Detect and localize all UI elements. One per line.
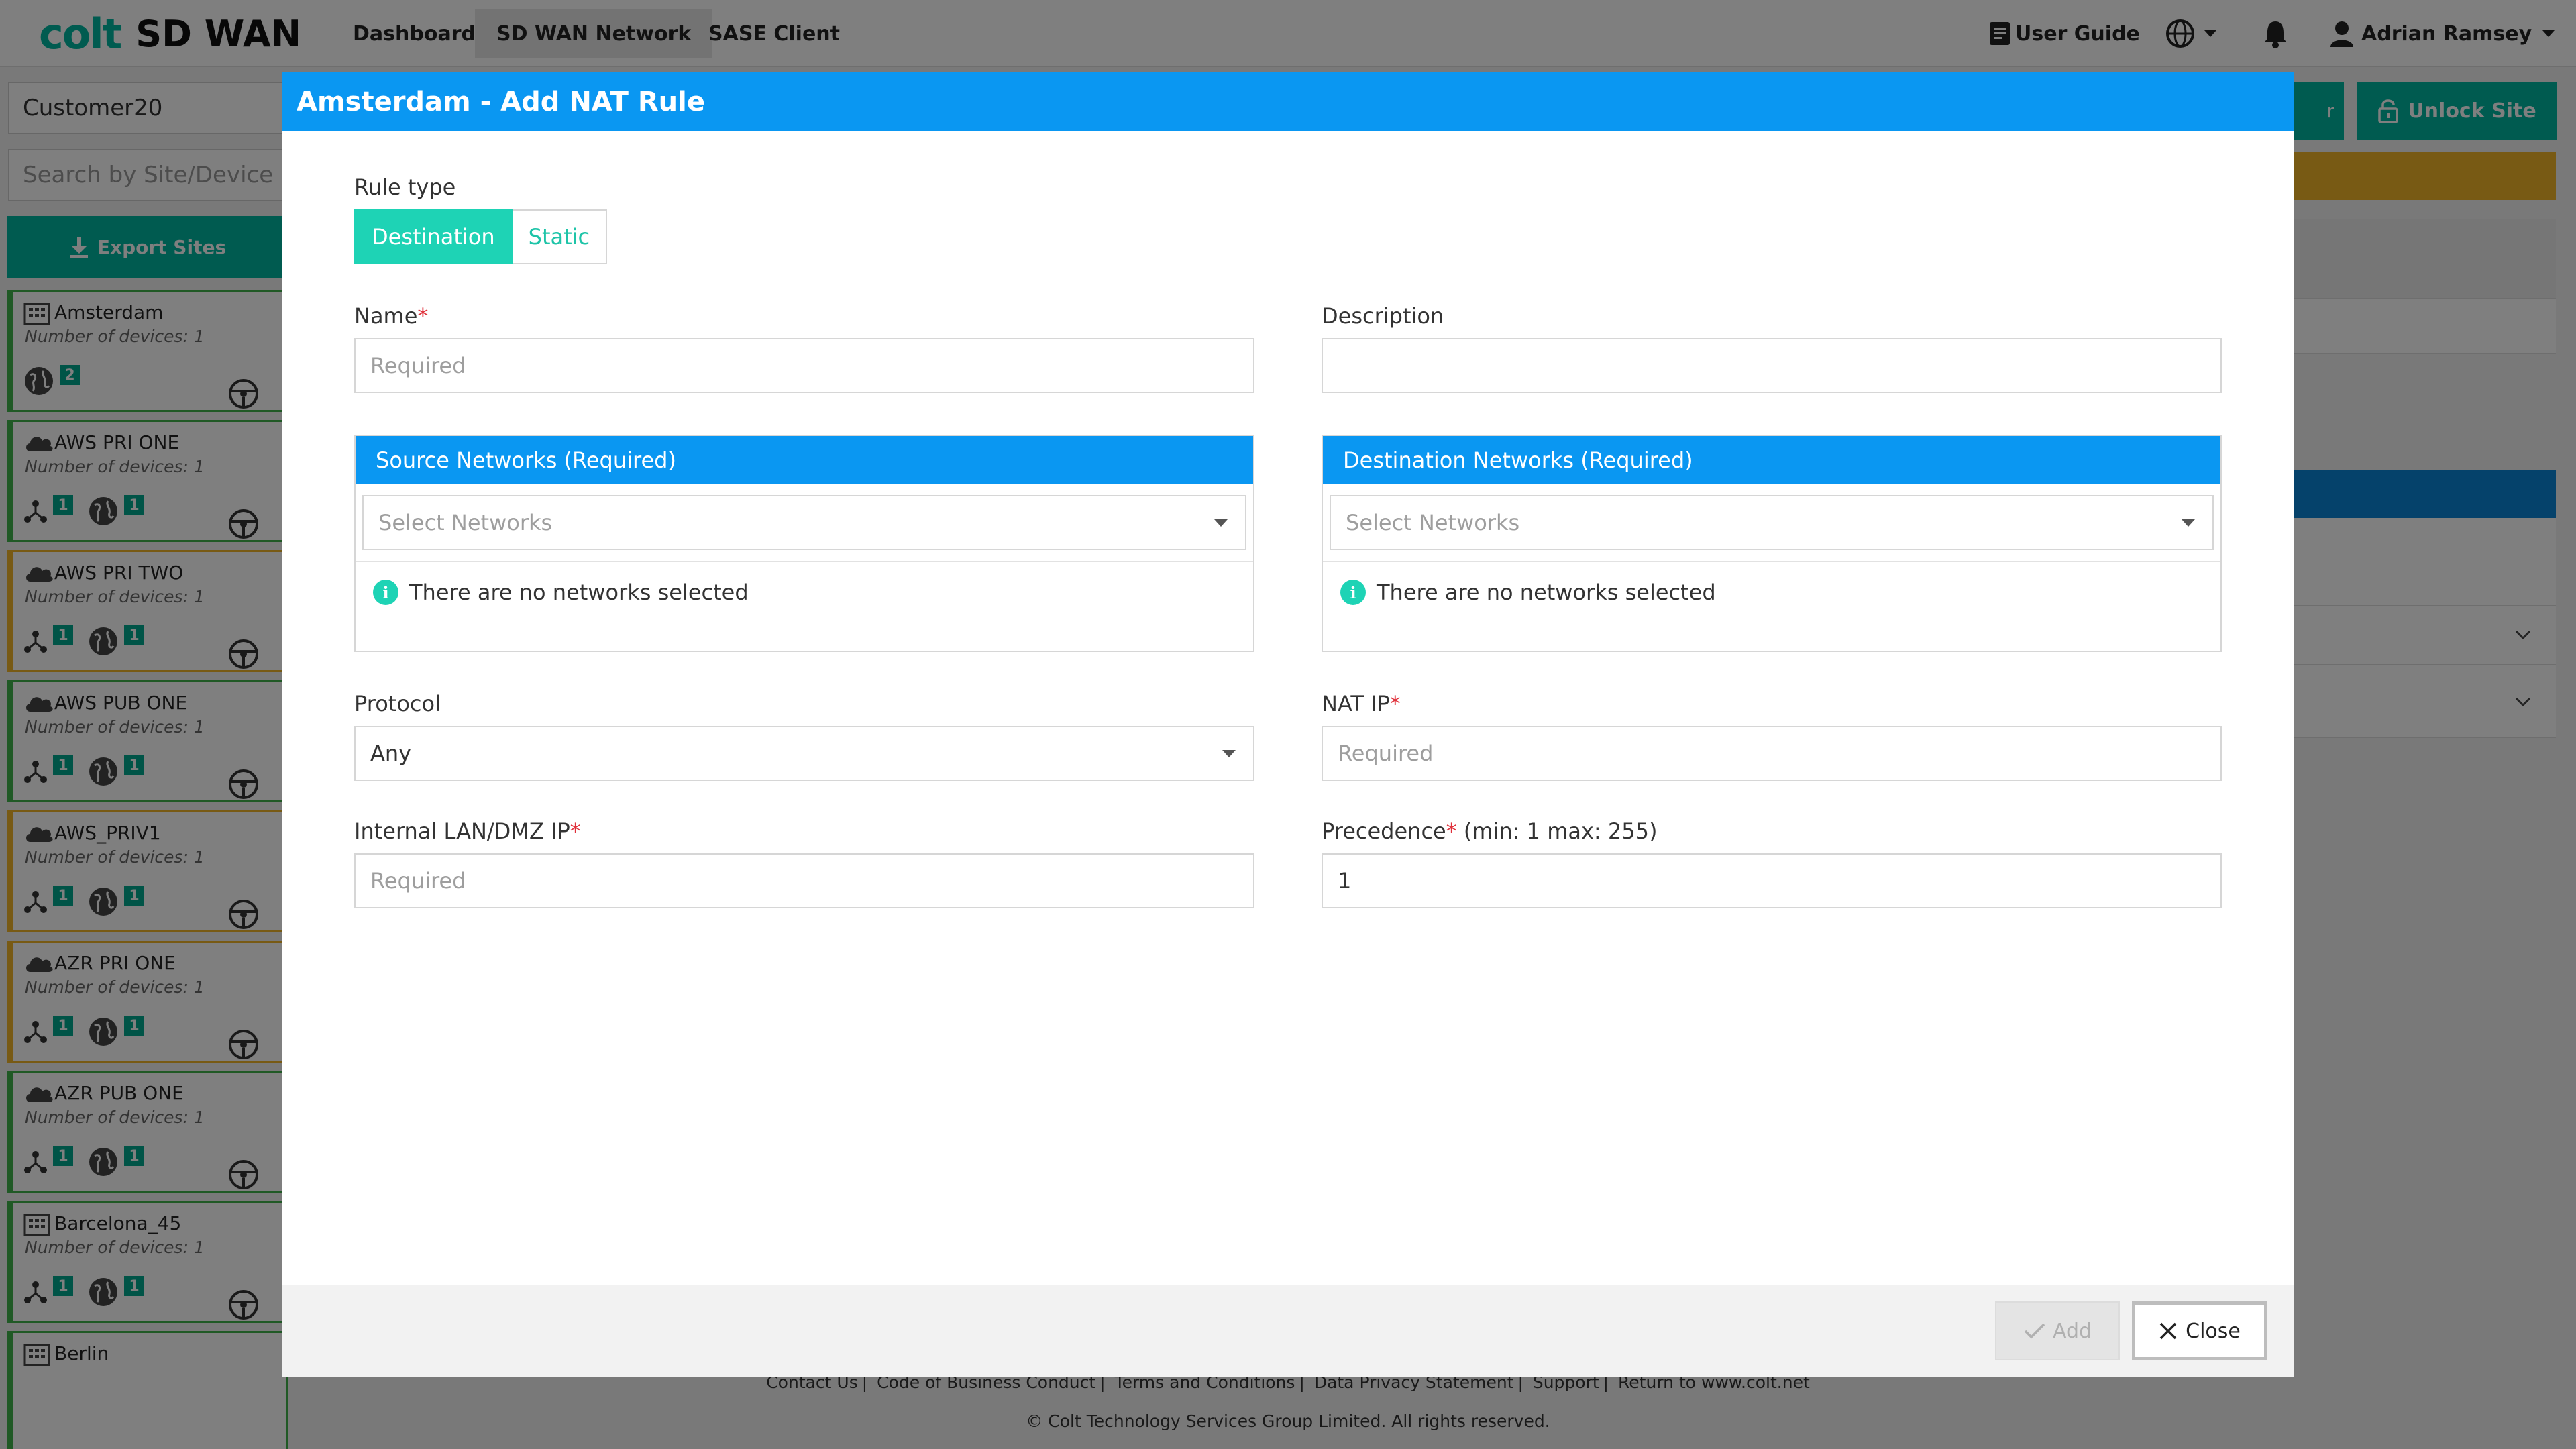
protocol-select[interactable]: Any (354, 726, 1254, 781)
required-marker: * (417, 303, 429, 329)
source-networks-empty-text: There are no networks selected (409, 580, 749, 605)
close-icon (2159, 1322, 2177, 1340)
nat-ip-label: NAT IP* (1322, 691, 1401, 716)
required-marker: * (1446, 818, 1457, 844)
internal-ip-label-text: Internal LAN/DMZ IP (354, 818, 570, 844)
name-input[interactable]: Required (354, 338, 1254, 393)
divider (356, 561, 1253, 562)
destination-networks-empty-text: There are no networks selected (1377, 580, 1716, 605)
destination-networks-panel: Destination Networks (Required) Select N… (1322, 435, 2222, 652)
source-networks-empty-message: i There are no networks selected (373, 580, 749, 605)
description-label: Description (1322, 303, 1444, 329)
add-button[interactable]: Add (1995, 1301, 2120, 1360)
nat-ip-label-text: NAT IP (1322, 691, 1390, 716)
source-networks-panel: Source Networks (Required) Select Networ… (354, 435, 1254, 652)
internal-ip-input[interactable]: Required (354, 853, 1254, 908)
precedence-label: Precedence* (min: 1 max: 255) (1322, 818, 1657, 844)
precedence-label-text: Precedence (1322, 818, 1446, 844)
name-label: Name* (354, 303, 428, 329)
rule-type-static-option[interactable]: Static (512, 209, 608, 264)
required-marker: * (1389, 691, 1401, 716)
precedence-input[interactable]: 1 (1322, 853, 2222, 908)
destination-networks-empty-message: i There are no networks selected (1340, 580, 1716, 605)
required-marker: * (570, 818, 581, 844)
rule-type-label: Rule type (354, 174, 456, 200)
close-button-label: Close (2186, 1319, 2241, 1343)
info-icon: i (373, 580, 398, 605)
destination-networks-select[interactable]: Select Networks (1330, 495, 2214, 550)
source-networks-placeholder: Select Networks (378, 510, 553, 535)
dropdown-arrow-icon (1214, 519, 1228, 527)
destination-networks-placeholder: Select Networks (1346, 510, 1520, 535)
add-button-label: Add (2052, 1319, 2092, 1343)
add-nat-rule-dialog: Amsterdam - Add NAT Rule Rule type Desti… (282, 72, 2294, 1377)
rule-type-destination-option[interactable]: Destination (354, 209, 513, 264)
precedence-hint: (min: 1 max: 255) (1463, 818, 1658, 844)
name-label-text: Name (354, 303, 418, 329)
nat-ip-input[interactable]: Required (1322, 726, 2222, 781)
check-icon (2024, 1323, 2045, 1339)
rule-type-toggle: Destination Static (354, 209, 608, 264)
protocol-value: Any (370, 741, 412, 766)
close-button[interactable]: Close (2132, 1301, 2267, 1360)
source-networks-title: Source Networks (Required) (356, 436, 1253, 484)
description-input[interactable] (1322, 338, 2222, 393)
protocol-label: Protocol (354, 691, 441, 716)
info-icon: i (1340, 580, 1366, 605)
divider (1323, 561, 2220, 562)
dropdown-arrow-icon (1222, 750, 1236, 757)
dialog-footer (282, 1285, 2294, 1377)
source-networks-select[interactable]: Select Networks (362, 495, 1246, 550)
destination-networks-title: Destination Networks (Required) (1323, 436, 2220, 484)
internal-ip-label: Internal LAN/DMZ IP* (354, 818, 581, 844)
dialog-title: Amsterdam - Add NAT Rule (282, 72, 2294, 131)
dropdown-arrow-icon (2182, 519, 2195, 527)
